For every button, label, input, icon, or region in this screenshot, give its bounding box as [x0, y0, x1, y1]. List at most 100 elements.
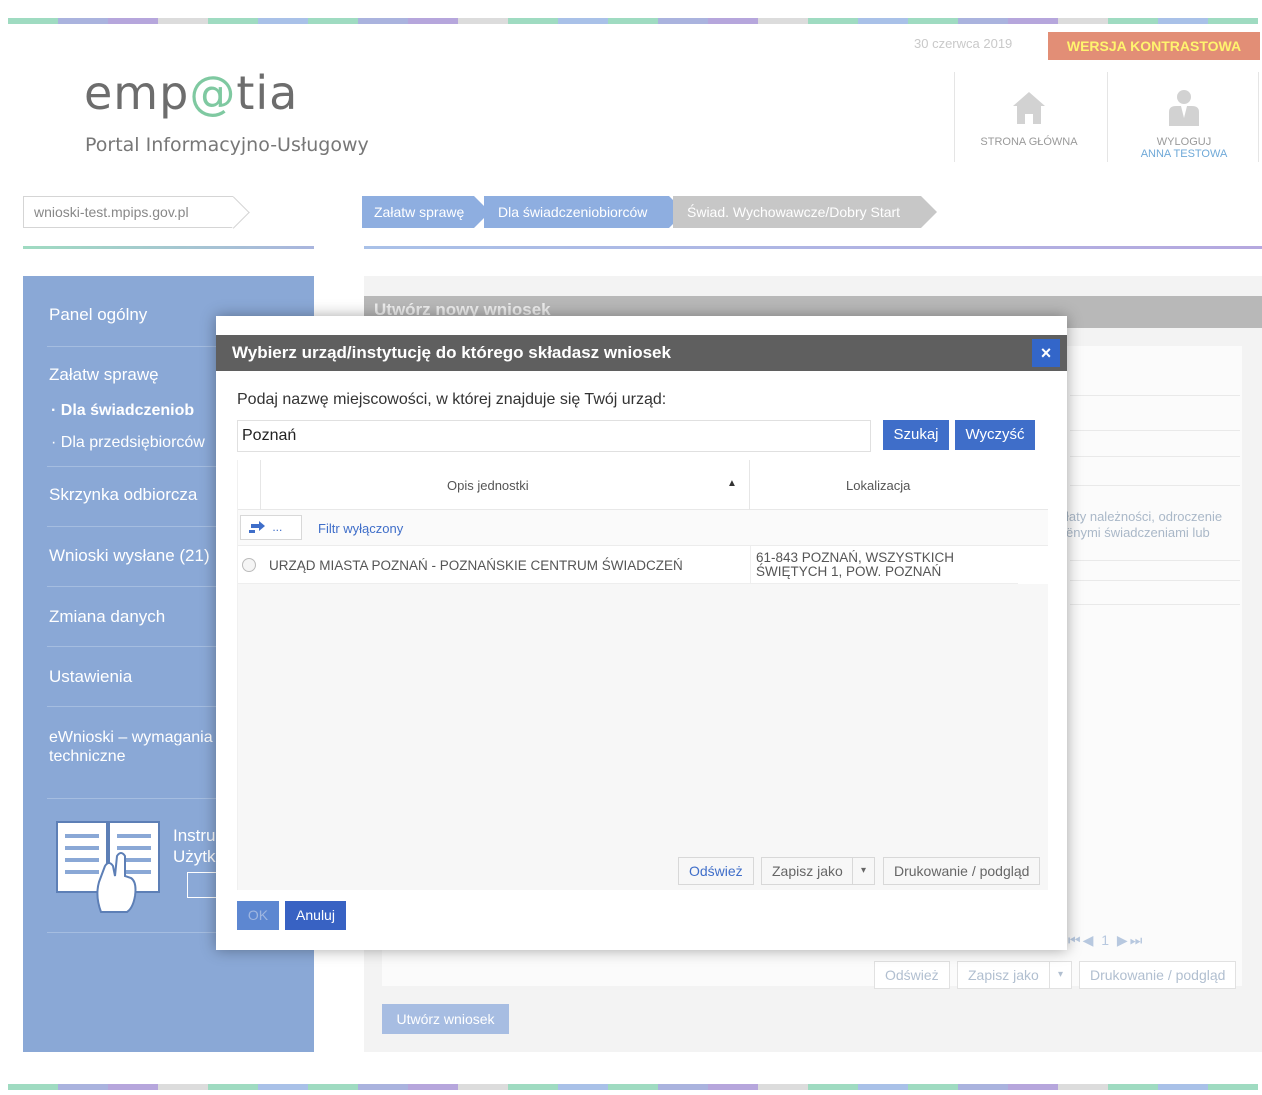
refresh-button[interactable]: Odśwież	[678, 857, 754, 885]
cancel-button[interactable]: Anuluj	[285, 901, 346, 930]
stripe-segment	[1058, 1084, 1108, 1090]
stripe-segment	[1008, 18, 1058, 24]
sort-ascending-icon[interactable]: ▲	[727, 478, 737, 489]
column-header-description[interactable]: Opis jednostki	[447, 478, 529, 493]
stripe-segment	[458, 1084, 508, 1090]
column-divider	[750, 546, 751, 584]
stripe-segment	[708, 1084, 758, 1090]
stripe-segment	[1108, 18, 1158, 24]
stripe-segment	[408, 18, 458, 24]
stripe-segment	[508, 1084, 558, 1090]
stripe-segment	[1208, 1084, 1258, 1090]
manual-book-icon	[55, 816, 165, 916]
pagination[interactable]: ⏮◀ 1 ▶⏭	[1068, 932, 1144, 949]
header-divider	[1107, 72, 1108, 162]
stripe-segment	[758, 1084, 808, 1090]
close-icon[interactable]: ×	[1032, 339, 1060, 367]
stripe-segment	[758, 18, 808, 24]
manual-download-button[interactable]	[187, 872, 217, 898]
bg-print-button[interactable]: Drukowanie / podgląd	[1079, 961, 1237, 989]
header-divider	[954, 72, 955, 162]
filter-button-label: ...	[272, 520, 283, 534]
stripe-segment	[658, 1084, 708, 1090]
filter-status: Filtr wyłączony	[318, 521, 404, 536]
save-as-label: Zapisz jako	[772, 863, 843, 879]
manual-label[interactable]: Instru	[173, 826, 216, 846]
manual-label[interactable]: Użytk	[173, 847, 216, 867]
office-location: 61-843 POZNAŃ, WSZYSTKICH ŚWIĘTYCH 1, PO…	[756, 551, 996, 579]
logo[interactable]: emp@tia	[84, 66, 298, 120]
logout-label: WYLOGUJ	[1156, 136, 1212, 148]
description-line: ënymi świadczeniami lub	[1066, 525, 1210, 540]
row-divider	[1070, 485, 1240, 486]
filter-button[interactable]: ...	[240, 515, 302, 540]
location-line: ŚWIĘTYCH 1, POW. POZNAŃ	[756, 564, 942, 579]
breadcrumb-item[interactable]: Dla świadczeniobiorców	[484, 196, 685, 228]
sidebar-item-change-data[interactable]: Zmiana danych	[49, 607, 165, 627]
stripe-segment	[1158, 18, 1208, 24]
stripe-segment	[508, 18, 558, 24]
top-stripe	[8, 18, 1262, 24]
logout-link[interactable]: WYLOGUJ ANNA TESTOWA	[1120, 88, 1248, 160]
table-row[interactable]: URZĄD MIASTA POZNAŃ - POZNAŃSKIE CENTRUM…	[238, 546, 1018, 584]
stripe-segment	[708, 18, 758, 24]
stripe-segment	[208, 18, 258, 24]
row-divider	[1070, 560, 1240, 561]
stripe-segment	[108, 1084, 158, 1090]
stripe-segment	[208, 1084, 258, 1090]
stripe-segment	[958, 1084, 1008, 1090]
stripe-segment	[658, 18, 708, 24]
chevron-down-icon[interactable]: ▾	[1049, 962, 1071, 988]
stripe-segment	[558, 1084, 608, 1090]
column-divider	[749, 460, 750, 510]
stripe-segment	[1158, 1084, 1208, 1090]
stripe-segment	[8, 1084, 58, 1090]
user-name: ANNA TESTOWA	[1140, 148, 1228, 160]
sidebar-subitem-entrepreneurs[interactable]: · Dla przedsiębiorców	[51, 434, 205, 452]
ok-button[interactable]: OK	[237, 901, 279, 930]
dialog-title: Wybierz urząd/instytucję do którego skła…	[216, 335, 1067, 371]
domain-breadcrumb[interactable]: wnioski-test.mpips.gov.pl	[23, 196, 233, 228]
stripe-segment	[58, 18, 108, 24]
stripe-segment	[1208, 18, 1258, 24]
row-divider	[1070, 580, 1240, 581]
stripe-segment	[358, 18, 408, 24]
row-divider	[1070, 430, 1240, 431]
column-header-location[interactable]: Lokalizacja	[846, 478, 910, 493]
stripe-segment	[958, 18, 1008, 24]
create-application-button[interactable]: Utwórz wniosek	[382, 1004, 509, 1034]
sidebar-item-inbox[interactable]: Skrzynka odbiorcza	[49, 485, 197, 505]
search-button[interactable]: Szukaj	[883, 420, 949, 450]
row-radio[interactable]	[242, 558, 256, 572]
print-preview-button[interactable]: Drukowanie / podgląd	[883, 857, 1041, 885]
stripe-segment	[858, 18, 908, 24]
sidebar-item-sent[interactable]: Wnioski wysłane (21)	[49, 546, 210, 566]
sidebar-item-requirements[interactable]: eWnioski – wymagania techniczne	[49, 728, 213, 766]
contrast-version-button[interactable]: WERSJA KONTRASTOWA	[1048, 32, 1260, 60]
sidebar-subitem-beneficiaries[interactable]: · Dla świadczeniob	[51, 402, 194, 420]
row-divider	[1070, 395, 1240, 396]
row-divider	[1070, 456, 1240, 457]
divider	[23, 246, 314, 249]
bottom-stripe	[8, 1084, 1262, 1090]
city-search-input[interactable]	[237, 420, 871, 452]
home-link[interactable]: STRONA GŁÓWNA	[968, 88, 1090, 148]
stripe-segment	[108, 18, 158, 24]
save-as-button[interactable]: Zapisz jako ▾	[761, 857, 875, 885]
breadcrumb-item[interactable]: Załatw sprawę	[362, 196, 490, 228]
bg-refresh-button[interactable]: Odśwież	[874, 961, 950, 989]
clear-button[interactable]: Wyczyść	[955, 420, 1035, 450]
breadcrumb-item-current: Świad. Wychowawcze/Dobry Start	[673, 196, 937, 228]
sidebar-item-settings[interactable]: Ustawienia	[49, 667, 132, 687]
stripe-segment	[258, 1084, 308, 1090]
stripe-segment	[458, 18, 508, 24]
header-divider	[1258, 72, 1259, 162]
sidebar-subitem-label: Dla przedsiębiorców	[60, 434, 205, 451]
bg-save-as-button[interactable]: Zapisz jako ▾	[957, 961, 1072, 989]
chevron-down-icon[interactable]: ▾	[852, 858, 874, 884]
sidebar-item-handle-matter[interactable]: Załatw sprawę	[49, 365, 159, 385]
breadcrumb-arrow	[921, 196, 937, 228]
sidebar-subitem-label: Dla świadczeniob	[60, 402, 195, 419]
stripe-segment	[558, 18, 608, 24]
sidebar-item-overview[interactable]: Panel ogólny	[49, 305, 147, 325]
